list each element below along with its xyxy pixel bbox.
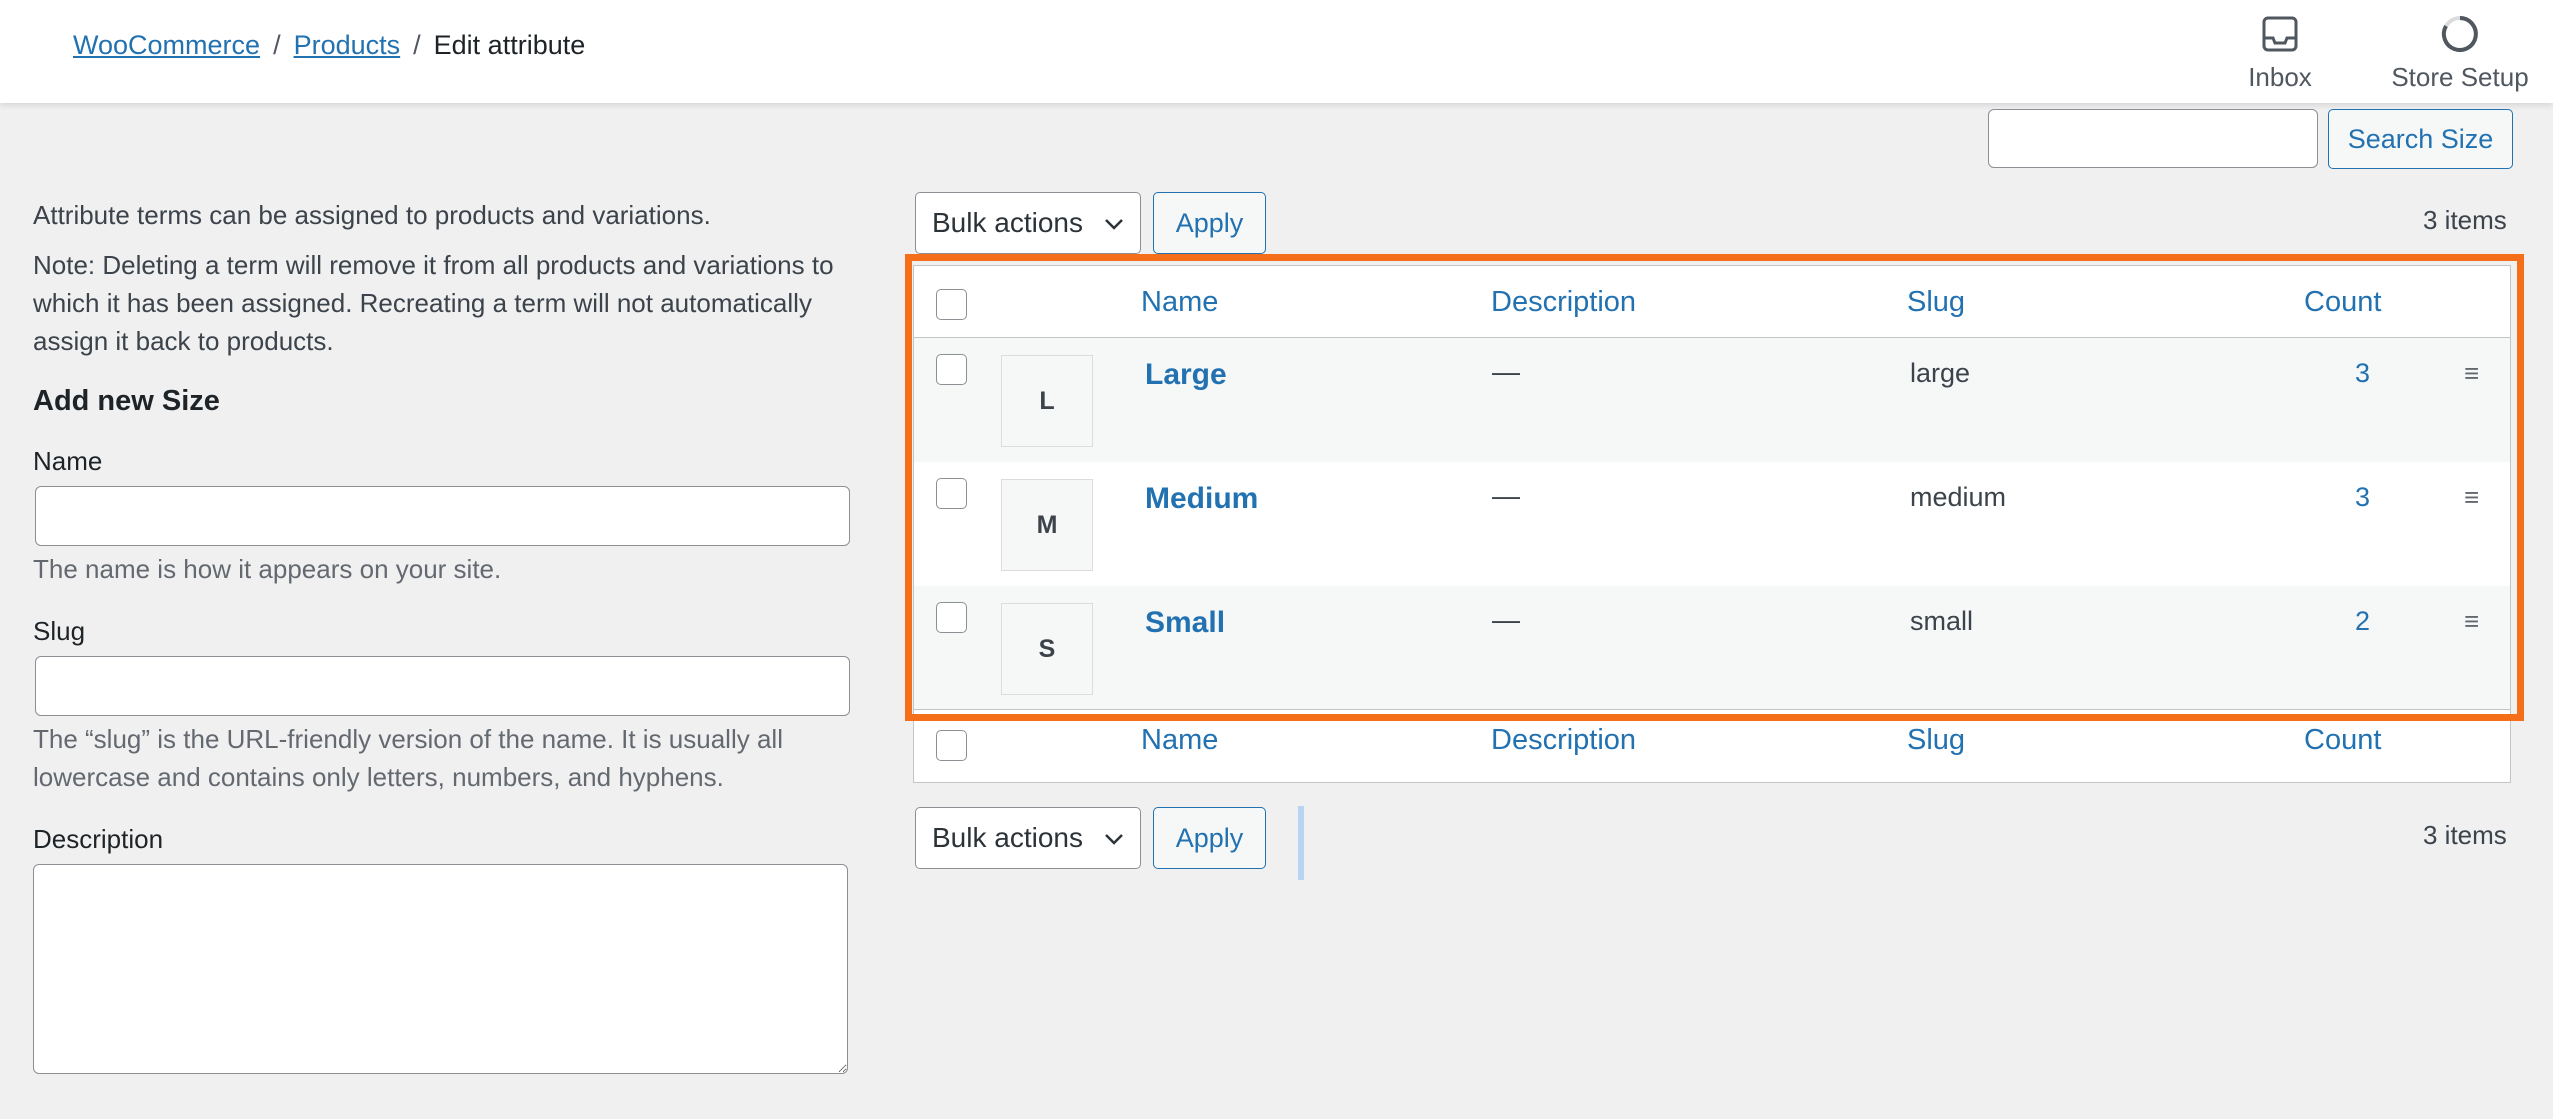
breadcrumb-current: Edit attribute [433, 30, 586, 60]
search-input[interactable] [1988, 109, 2318, 168]
name-input[interactable] [35, 486, 850, 546]
term-name-link[interactable]: Small [1145, 606, 1225, 640]
select-all-checkbox[interactable] [936, 289, 967, 320]
add-term-form: Attribute terms can be assigned to produ… [33, 196, 888, 1074]
term-name-link[interactable]: Medium [1145, 482, 1258, 516]
drag-handle-icon[interactable]: ≡ [2464, 606, 2479, 637]
slug-label: Slug [33, 616, 86, 646]
inbox-label: Inbox [2248, 62, 2312, 92]
breadcrumb-link-products[interactable]: Products [294, 30, 401, 61]
inbox-icon [2240, 12, 2320, 56]
bulk-actions-select-top[interactable]: Bulk actions [915, 192, 1141, 254]
term-swatch: L [1001, 355, 1093, 447]
row-checkbox[interactable] [936, 602, 967, 633]
bulk-actions-value: Bulk actions [932, 822, 1083, 853]
table-row: S Small — small 2 ≡ [914, 586, 2510, 710]
bulk-actions-value: Bulk actions [932, 207, 1083, 238]
term-slug: small [1910, 606, 1974, 636]
term-name-link[interactable]: Large [1145, 358, 1227, 392]
top-header: WooCommerce / Products / Edit attribute … [0, 0, 2553, 103]
column-header-name[interactable]: Name [1141, 286, 1218, 319]
column-header-description[interactable]: Description [1491, 286, 1636, 319]
terms-table: Name Description Slug Count L Large — la… [913, 265, 2511, 783]
column-header-count[interactable]: Count [2304, 286, 2381, 319]
column-footer-description[interactable]: Description [1491, 724, 1636, 757]
table-row: L Large — large 3 ≡ [914, 338, 2510, 462]
column-footer-slug[interactable]: Slug [1907, 724, 1965, 757]
term-description: — [1492, 480, 1520, 511]
table-header: Name Description Slug Count [914, 266, 2510, 338]
row-checkbox[interactable] [936, 354, 967, 385]
term-description: — [1492, 604, 1520, 635]
bulk-actions-select-bottom[interactable]: Bulk actions [915, 807, 1141, 869]
inbox-button[interactable]: Inbox [2240, 12, 2320, 93]
delete-note: Note: Deleting a term will remove it fro… [33, 250, 834, 356]
name-help: The name is how it appears on your site. [33, 554, 502, 584]
table-row: M Medium — medium 3 ≡ [914, 462, 2510, 586]
items-count-top: 3 items [2423, 205, 2507, 235]
term-swatch: S [1001, 603, 1093, 695]
term-slug: medium [1910, 482, 2007, 512]
term-swatch: M [1001, 479, 1093, 571]
store-setup-label: Store Setup [2391, 62, 2529, 92]
term-slug: large [1910, 358, 1971, 388]
form-heading: Add new Size [33, 385, 220, 417]
description-textarea[interactable] [33, 864, 848, 1074]
breadcrumb-separator: / [273, 30, 281, 60]
breadcrumb-separator: / [413, 30, 421, 60]
term-count-link[interactable]: 2 [2355, 606, 2370, 637]
chevron-down-icon [1102, 826, 1126, 858]
progress-ring-icon [2380, 12, 2540, 56]
name-label: Name [33, 446, 103, 476]
select-all-checkbox-footer[interactable] [936, 730, 967, 761]
column-footer-name[interactable]: Name [1141, 724, 1218, 757]
term-count-link[interactable]: 3 [2355, 358, 2370, 389]
intro-text: Attribute terms can be assigned to produ… [33, 200, 711, 230]
apply-button-top[interactable]: Apply [1153, 192, 1266, 254]
column-header-slug[interactable]: Slug [1907, 286, 1965, 319]
focus-indicator [1298, 806, 1304, 880]
chevron-down-icon [1102, 211, 1126, 243]
items-count-bottom: 3 items [2423, 820, 2507, 850]
row-checkbox[interactable] [936, 478, 967, 509]
slug-input[interactable] [35, 656, 850, 716]
description-label: Description [33, 824, 164, 854]
term-count-link[interactable]: 3 [2355, 482, 2370, 513]
breadcrumb-link-woocommerce[interactable]: WooCommerce [73, 30, 260, 61]
drag-handle-icon[interactable]: ≡ [2464, 482, 2479, 513]
column-footer-count[interactable]: Count [2304, 724, 2381, 757]
drag-handle-icon[interactable]: ≡ [2464, 358, 2479, 389]
term-description: — [1492, 356, 1520, 387]
store-setup-button[interactable]: Store Setup [2380, 12, 2540, 93]
slug-help: The “slug” is the URL-friendly version o… [33, 724, 783, 792]
search-button[interactable]: Search Size [2328, 109, 2513, 169]
table-footer: Name Description Slug Count [914, 710, 2510, 782]
breadcrumb: WooCommerce / Products / Edit attribute [73, 30, 585, 61]
apply-button-bottom[interactable]: Apply [1153, 807, 1266, 869]
